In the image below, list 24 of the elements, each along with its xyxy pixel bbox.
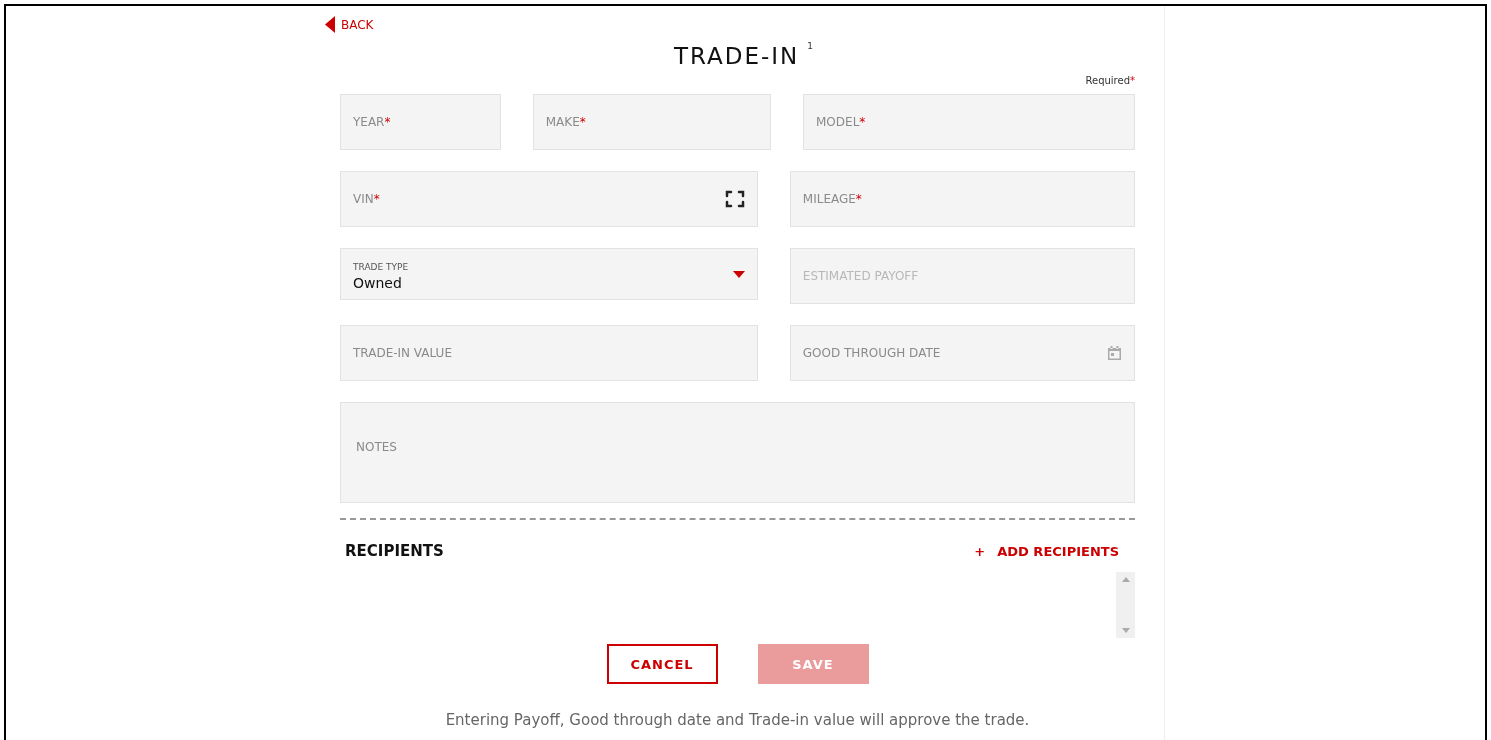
input-field[interactable]: MODEL* bbox=[803, 94, 1135, 150]
back-link[interactable]: BACK bbox=[325, 16, 374, 33]
scroll-down-icon[interactable] bbox=[1121, 628, 1130, 633]
trade-type-select[interactable]: TRADE TYPE Owned bbox=[340, 248, 758, 300]
page-title: TRADE-IN bbox=[673, 43, 800, 69]
input-field[interactable]: TRADE-IN VALUE bbox=[340, 325, 758, 381]
input-field[interactable]: VIN* bbox=[340, 171, 758, 227]
input-field[interactable]: MAKE* bbox=[532, 94, 771, 150]
required-note: Required* bbox=[1085, 75, 1135, 86]
scan-icon[interactable] bbox=[724, 189, 745, 209]
input-field[interactable]: YEAR* bbox=[340, 94, 501, 150]
dropdown-caret-icon[interactable] bbox=[732, 270, 745, 278]
scrollbar[interactable] bbox=[1116, 572, 1135, 638]
input-field[interactable]: MILEAGE* bbox=[789, 171, 1135, 227]
add-recipients-link[interactable]: + ADD RECIPIENTS bbox=[974, 543, 1119, 559]
notes-field[interactable]: NOTES bbox=[340, 402, 1135, 503]
input-field[interactable]: GOOD THROUGH DATE bbox=[789, 325, 1135, 381]
calendar-icon[interactable] bbox=[1107, 345, 1122, 361]
title-footnote: 1 bbox=[807, 41, 814, 51]
recipients-heading: RECIPIENTS bbox=[345, 542, 444, 560]
approval-note: Entering Payoff, Good through date and Trade-in value will approve the trade. bbox=[444, 711, 1031, 729]
scroll-up-icon[interactable] bbox=[1121, 577, 1130, 582]
cancel-button[interactable]: CANCEL bbox=[606, 644, 718, 684]
back-arrow-icon bbox=[325, 16, 335, 33]
